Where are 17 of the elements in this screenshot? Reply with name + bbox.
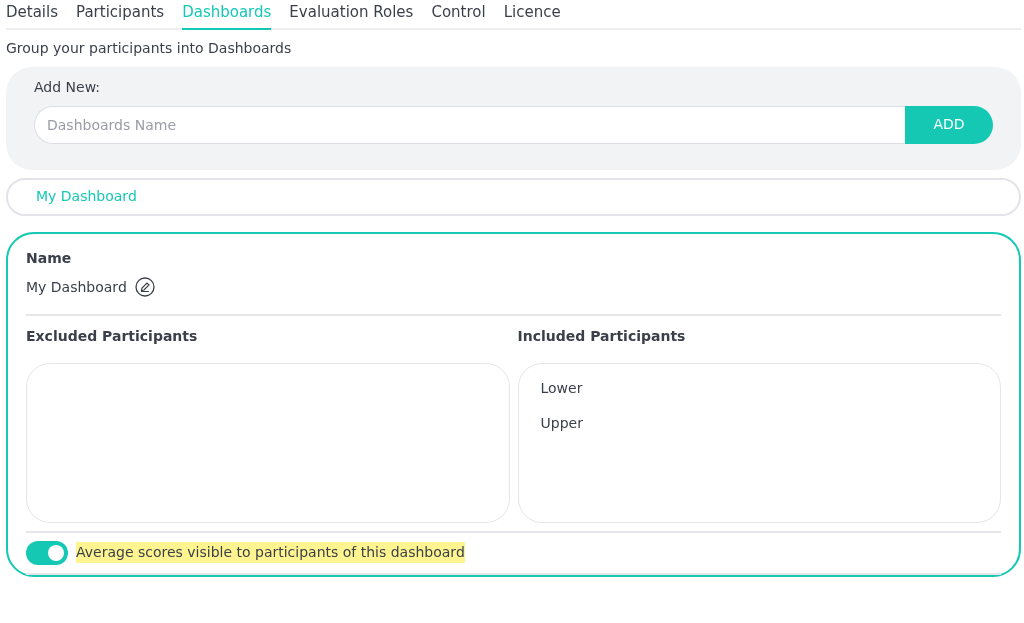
participant-item[interactable]: Upper [540,408,978,444]
participant-item[interactable]: Lower [540,373,978,409]
tab[interactable]: Evaluation Roles [289,0,414,30]
intro-text: Group your participants into Dashboards [6,38,293,58]
toggle-label: Average scores visible to participants of this dashboard [76,542,465,563]
dashboard-name: My Dashboard [26,277,127,297]
visibility-toggle[interactable] [26,540,68,565]
edit-icon[interactable] [134,277,155,297]
name-label: Name [26,248,73,268]
tab[interactable]: Details [6,0,58,30]
included-participants-title: Included Participants [517,326,687,346]
dashboard-name-field[interactable]: Dashboards Name [34,105,905,144]
tab[interactable]: Licence [503,0,561,30]
excluded-participants-title: Excluded Participants [26,326,199,346]
tab[interactable]: Participants [76,0,165,30]
add-new-label: Add New: [34,77,102,97]
tab[interactable]: Control [431,0,486,30]
